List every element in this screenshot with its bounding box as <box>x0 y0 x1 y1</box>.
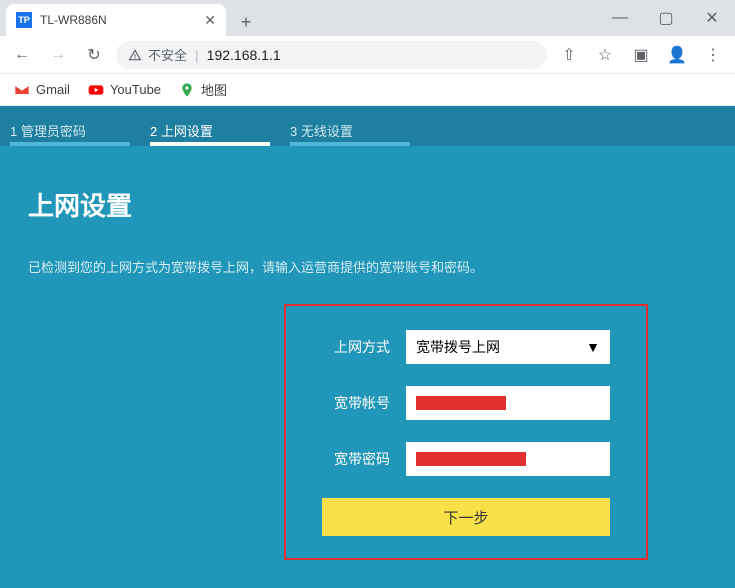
window-maximize-icon[interactable]: ▢ <box>643 0 689 36</box>
security-indicator[interactable]: 不安全 <box>128 45 187 64</box>
label-username: 宽带帐号 <box>322 393 390 413</box>
address-bar: ← → ↻ 不安全 | 192.168.1.1 ⇧ ☆ ▣ 👤 ⋮ <box>0 36 735 74</box>
bookmark-maps[interactable]: 地图 <box>179 80 227 99</box>
menu-icon[interactable]: ⋮ <box>699 41 727 69</box>
warning-icon <box>128 48 142 62</box>
input-username[interactable]: . <box>406 386 610 420</box>
router-page: 1 管理员密码 2 上网设置 3 无线设置 上网设置 已检测到您的上网方式为宽带… <box>0 106 735 588</box>
maps-icon <box>179 82 195 98</box>
next-button[interactable]: 下一步 <box>322 498 610 536</box>
browser-tab[interactable]: TP TL-WR886N ✕ <box>6 4 226 36</box>
bookmark-label: Gmail <box>36 82 70 97</box>
bookmarks-bar: Gmail YouTube 地图 <box>0 74 735 106</box>
step-admin-password[interactable]: 1 管理员密码 <box>0 106 140 146</box>
window-minimize-icon[interactable]: — <box>597 0 643 36</box>
tab-favicon: TP <box>16 12 32 28</box>
label-connection-type: 上网方式 <box>322 337 390 357</box>
gmail-icon <box>14 82 30 98</box>
wizard-steps: 1 管理员密码 2 上网设置 3 无线设置 <box>0 106 735 146</box>
redacted-value: . <box>416 452 526 466</box>
row-password: 宽带密码 . <box>322 442 610 476</box>
page-title: 上网设置 <box>28 186 707 223</box>
window-close-icon[interactable]: ✕ <box>689 0 735 36</box>
label-password: 宽带密码 <box>322 449 390 469</box>
omnibox[interactable]: 不安全 | 192.168.1.1 <box>116 41 547 69</box>
youtube-icon <box>88 82 104 98</box>
select-value: 宽带拨号上网 <box>416 337 500 357</box>
redacted-value: . <box>416 396 506 410</box>
step-wireless-settings[interactable]: 3 无线设置 <box>280 106 420 146</box>
share-icon[interactable]: ⇧ <box>555 41 583 69</box>
omnibox-separator: | <box>195 47 199 63</box>
back-button[interactable]: ← <box>8 41 36 69</box>
browser-titlebar: TP TL-WR886N ✕ + — ▢ ✕ <box>0 0 735 36</box>
bookmark-label: YouTube <box>110 82 161 97</box>
tab-close-icon[interactable]: ✕ <box>204 12 216 29</box>
chevron-down-icon: ▼ <box>586 339 600 355</box>
bookmark-label: 地图 <box>201 80 227 99</box>
window-controls: — ▢ ✕ <box>597 0 735 36</box>
reload-button[interactable]: ↻ <box>80 41 108 69</box>
new-tab-button[interactable]: + <box>232 8 260 36</box>
input-password[interactable]: . <box>406 442 610 476</box>
insecure-label: 不安全 <box>148 45 187 64</box>
bookmark-gmail[interactable]: Gmail <box>14 82 70 98</box>
settings-form: 上网方式 宽带拨号上网 ▼ 宽带帐号 . 宽带密码 . 下一步 <box>284 304 648 560</box>
page-description: 已检测到您的上网方式为宽带拨号上网，请输入运营商提供的宽带账号和密码。 <box>28 257 707 276</box>
step-internet-settings[interactable]: 2 上网设置 <box>140 106 280 146</box>
select-connection-type[interactable]: 宽带拨号上网 ▼ <box>406 330 610 364</box>
row-username: 宽带帐号 . <box>322 386 610 420</box>
profile-icon[interactable]: 👤 <box>663 41 691 69</box>
url-text: 192.168.1.1 <box>207 47 281 63</box>
extensions-icon[interactable]: ▣ <box>627 41 655 69</box>
bookmark-youtube[interactable]: YouTube <box>88 82 161 98</box>
forward-button[interactable]: → <box>44 41 72 69</box>
tab-title: TL-WR886N <box>40 13 107 27</box>
page-content: 上网设置 已检测到您的上网方式为宽带拨号上网，请输入运营商提供的宽带账号和密码。… <box>0 146 735 560</box>
row-connection-type: 上网方式 宽带拨号上网 ▼ <box>322 330 610 364</box>
bookmark-star-icon[interactable]: ☆ <box>591 41 619 69</box>
